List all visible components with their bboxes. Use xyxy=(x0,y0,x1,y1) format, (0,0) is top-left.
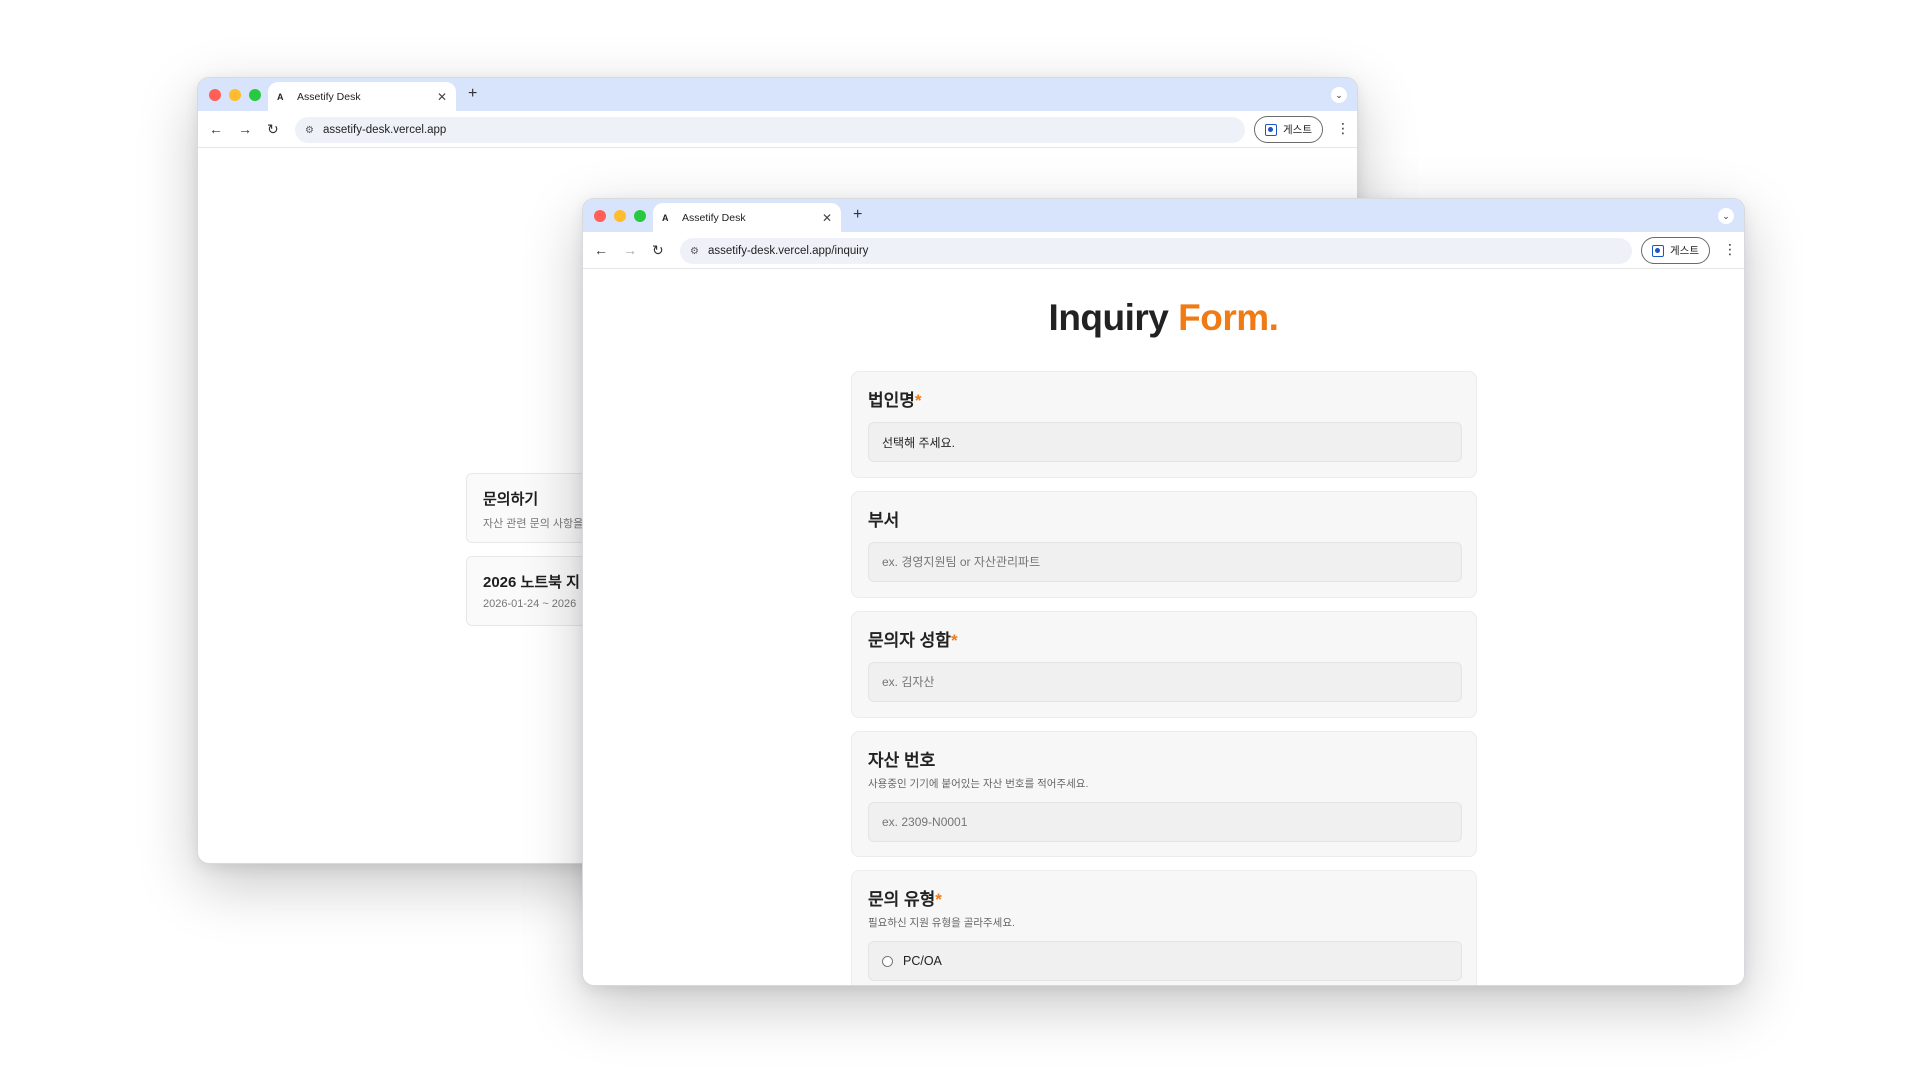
corporation-select[interactable]: 선택해 주세요. xyxy=(868,422,1462,462)
field-label: 부서 xyxy=(868,511,900,530)
address-bar[interactable]: ⚙ assetify-desk.vercel.app/inquiry xyxy=(680,238,1632,264)
field-label: 자산 번호 xyxy=(868,751,936,770)
reload-icon[interactable]: ↻ xyxy=(267,120,279,138)
browser-tab[interactable]: A Assetify Desk ✕ xyxy=(653,203,841,232)
kebab-menu-icon[interactable]: ⋮ xyxy=(1336,119,1350,137)
url-text: assetify-desk.vercel.app/inquiry xyxy=(707,245,869,257)
browser-tab[interactable]: A Assetify Desk ✕ xyxy=(268,82,456,111)
tab-search-dropdown[interactable]: ⌄ xyxy=(1718,208,1734,224)
title-accent: Form. xyxy=(1178,297,1279,338)
browser-window-front: A Assetify Desk ✕ + ⌄ ← → ↻ ⚙ assetify-d… xyxy=(582,198,1745,986)
field-label: 문의 유형* xyxy=(868,890,942,909)
tune-icon[interactable]: ⚙ xyxy=(690,246,699,257)
browser-toolbar: ← → ↻ ⚙ assetify-desk.vercel.app 게스트 ⋮ xyxy=(198,111,1357,148)
maximize-window-button[interactable] xyxy=(249,89,261,101)
asset-number-input[interactable] xyxy=(868,802,1462,842)
arrow-right-icon[interactable]: → xyxy=(238,120,252,138)
close-window-button[interactable] xyxy=(209,89,221,101)
field-inquiry-type: 문의 유형* 필요하신 지원 유형을 골라주세요. PC/OA xyxy=(851,870,1477,985)
minimize-window-button[interactable] xyxy=(229,89,241,101)
address-bar[interactable]: ⚙ assetify-desk.vercel.app xyxy=(295,117,1245,143)
url-text: assetify-desk.vercel.app xyxy=(322,124,447,136)
reload-icon[interactable]: ↻ xyxy=(652,241,664,259)
arrow-left-icon[interactable]: ← xyxy=(209,120,223,138)
department-input[interactable] xyxy=(868,542,1462,582)
field-help: 사용중인 기기에 붙어있는 자산 번호를 적어주세요. xyxy=(868,778,1089,790)
new-tab-button[interactable]: + xyxy=(853,207,862,223)
arrow-left-icon[interactable]: ← xyxy=(594,241,608,259)
title-main: Inquiry xyxy=(1048,297,1179,338)
required-mark: * xyxy=(950,631,958,650)
page-title: Inquiry Form. xyxy=(583,297,1744,339)
field-inquirer-name: 문의자 성함* xyxy=(851,611,1477,718)
tab-strip: A Assetify Desk ✕ + ⌄ xyxy=(583,199,1744,232)
guest-label: 게스트 xyxy=(1670,245,1699,257)
tab-title: Assetify Desk xyxy=(682,211,746,224)
radio-option-pc-oa[interactable]: PC/OA xyxy=(868,941,1462,981)
minimize-window-button[interactable] xyxy=(614,210,626,222)
required-mark: * xyxy=(935,890,942,909)
close-tab-icon[interactable]: ✕ xyxy=(822,211,832,225)
close-window-button[interactable] xyxy=(594,210,606,222)
close-tab-icon[interactable]: ✕ xyxy=(437,90,447,104)
maximize-window-button[interactable] xyxy=(634,210,646,222)
tab-strip: A Assetify Desk ✕ + ⌄ xyxy=(198,78,1357,111)
guest-profile-icon xyxy=(1652,244,1664,257)
required-mark: * xyxy=(914,391,922,410)
guest-label: 게스트 xyxy=(1283,124,1312,136)
field-department: 부서 xyxy=(851,491,1477,598)
tab-search-dropdown[interactable]: ⌄ xyxy=(1331,87,1347,103)
field-asset-number: 자산 번호 사용중인 기기에 붙어있는 자산 번호를 적어주세요. xyxy=(851,731,1477,857)
favicon-icon: A xyxy=(277,91,284,102)
guest-profile-button[interactable]: 게스트 xyxy=(1641,237,1710,264)
favicon-icon: A xyxy=(662,212,669,223)
browser-toolbar: ← → ↻ ⚙ assetify-desk.vercel.app/inquiry… xyxy=(583,232,1744,269)
guest-profile-icon xyxy=(1265,123,1277,136)
radio-button[interactable] xyxy=(882,955,893,967)
guest-profile-button[interactable]: 게스트 xyxy=(1254,116,1323,143)
tune-icon[interactable]: ⚙ xyxy=(305,125,314,136)
field-label: 문의자 성함* xyxy=(868,631,958,650)
inquirer-name-input[interactable] xyxy=(868,662,1462,702)
window-controls xyxy=(209,89,261,101)
radio-label: PC/OA xyxy=(903,954,942,968)
new-tab-button[interactable]: + xyxy=(468,86,477,102)
field-corporation: 법인명* 선택해 주세요. xyxy=(851,371,1477,478)
field-label: 법인명* xyxy=(868,391,922,410)
window-controls xyxy=(594,210,646,222)
arrow-right-icon[interactable]: → xyxy=(623,241,637,259)
field-help: 필요하신 지원 유형을 골라주세요. xyxy=(868,917,1015,929)
tab-title: Assetify Desk xyxy=(297,90,361,103)
inquiry-page: Inquiry Form. 법인명* 선택해 주세요. 부서 문의자 성함* 자… xyxy=(583,269,1744,985)
kebab-menu-icon[interactable]: ⋮ xyxy=(1723,240,1737,258)
